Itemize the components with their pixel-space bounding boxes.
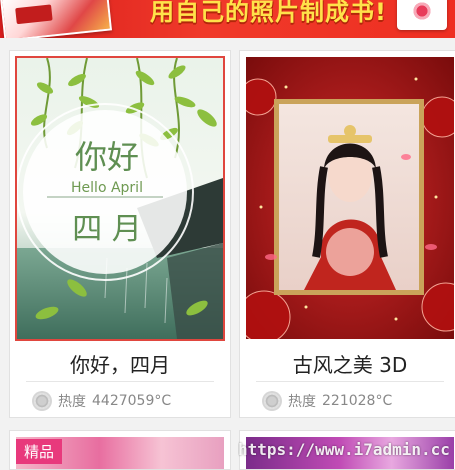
promo-banner[interactable]: 用自己的照片制成书! [0, 0, 455, 38]
ancient-beauty-art [246, 57, 454, 339]
spring-willow-art [17, 58, 223, 339]
watermark: https://www.i7admin.cc [238, 440, 450, 459]
heat-label: 热度 [58, 394, 86, 410]
heat-label: 热度 [288, 394, 316, 410]
template-thumbnail[interactable]: 你好 Hello April 四 月 [15, 56, 225, 341]
divider [26, 381, 214, 382]
heat-value: 4427059°C [92, 393, 172, 409]
template-thumbnail[interactable] [246, 57, 454, 339]
template-card[interactable]: 古风之美 3D 热度 221028°C [239, 50, 455, 418]
heat-stat: 热度 221028°C [264, 391, 392, 411]
photo-book-image [0, 0, 113, 38]
divider [256, 381, 444, 382]
banner-text: 用自己的照片制成书! [150, 0, 387, 26]
heat-icon [264, 393, 280, 409]
template-title: 你好，四月 [70, 353, 170, 377]
art-text-en: Hello April [71, 180, 143, 196]
art-text-month: 四 月 [72, 212, 142, 247]
heat-icon [34, 393, 50, 409]
heat-value: 221028°C [322, 393, 393, 409]
template-card[interactable]: 精品 [9, 430, 231, 470]
premium-tag: 精品 [16, 439, 63, 464]
art-text-cn: 你好 [74, 138, 139, 176]
template-card[interactable]: 你好 Hello April 四 月 你好，四月 热度 4427059°C [9, 50, 231, 418]
gift-badge-icon [397, 0, 447, 30]
template-title: 古风之美 3D [292, 353, 408, 377]
heat-stat: 热度 4427059°C [34, 391, 171, 411]
